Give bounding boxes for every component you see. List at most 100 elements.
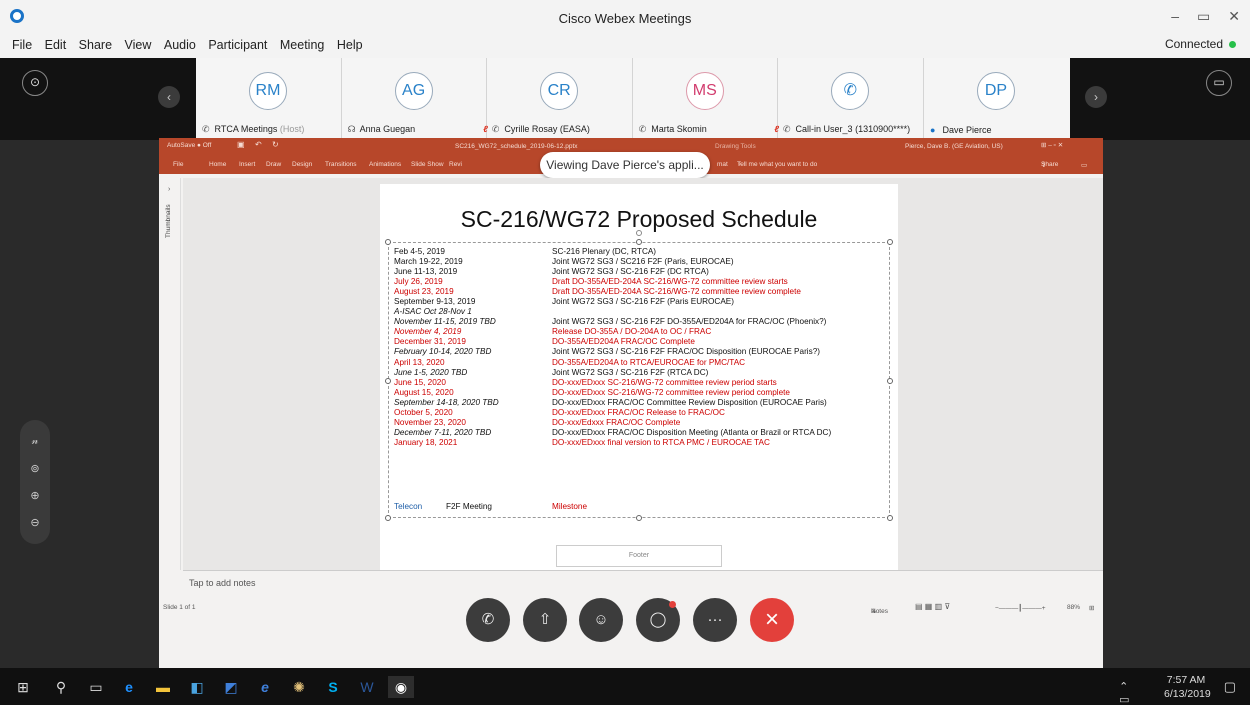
participant-tile[interactable]: ✆ ℓ ✆ Call-in User_3 (1310900****) bbox=[774, 58, 924, 140]
schedule-event: DO-xxx/EDxxx FRAC/OC Disposition Meeting… bbox=[552, 427, 832, 437]
windows-start-icon[interactable]: ⊞ bbox=[12, 676, 34, 698]
outlook-icon[interactable]: ◩ bbox=[220, 676, 242, 698]
app-icon[interactable]: ◧ bbox=[186, 676, 208, 698]
resize-handle[interactable] bbox=[887, 239, 893, 245]
schedule-date: June 15, 2020 bbox=[394, 377, 446, 387]
participant-strip: ⊙ ‹ RM ✆ RTCA Meetings (Host) AG ☊ Anna … bbox=[0, 58, 1250, 140]
windows-taskbar: ⊞ ⚲ ▭ e ▬ ◧ ◩ e ✺ S W ◉ ⌃ ▭ ◁× 7:57 AM 6… bbox=[0, 668, 1250, 705]
menu-help[interactable]: Help bbox=[337, 36, 363, 54]
schedule-event: Joint WG72 SG3 / SC-216 F2F (Paris EUROC… bbox=[552, 297, 734, 307]
annotation-toolbar: 𝓃 ⊚ ⊕ ⊖ bbox=[20, 420, 50, 544]
ppt-tab-slide-show[interactable]: Slide Show bbox=[411, 161, 444, 168]
ppt-tab-design[interactable]: Design bbox=[292, 161, 312, 168]
menu-bar: File Edit Share View Audio Participant M… bbox=[0, 36, 1250, 58]
action-center-icon[interactable]: ▢ bbox=[1224, 679, 1236, 695]
menu-file[interactable]: File bbox=[12, 36, 32, 54]
clock-date: 6/13/2019 bbox=[1164, 688, 1211, 700]
menu-share[interactable]: Share bbox=[79, 36, 112, 54]
rotate-handle[interactable] bbox=[636, 230, 642, 236]
resize-handle[interactable] bbox=[385, 515, 391, 521]
file-explorer-icon[interactable]: ▬ bbox=[152, 676, 174, 698]
share-button[interactable]: ⇧ bbox=[523, 598, 567, 642]
search-icon[interactable]: ⚲ bbox=[50, 676, 72, 698]
schedule-event: Draft DO-355A/ED-204A SC-216/WG-72 commi… bbox=[552, 277, 788, 287]
menu-view[interactable]: View bbox=[125, 36, 152, 54]
ppt-window-controls[interactable]: ⊞ – ▫ ✕ bbox=[1041, 141, 1063, 149]
legend-milestone: Milestone bbox=[552, 502, 588, 511]
edge-icon[interactable]: e bbox=[118, 676, 140, 698]
resize-handle[interactable] bbox=[887, 378, 893, 384]
zoom-out-icon[interactable]: ⊖ bbox=[30, 516, 39, 529]
schedule-date: December 31, 2019 bbox=[394, 337, 466, 347]
thumbnail-pane[interactable]: › Thumbnails bbox=[163, 178, 181, 570]
participant-name-row: ✆ Marta Skomin bbox=[639, 124, 707, 135]
headset-icon: ☊ bbox=[347, 124, 356, 134]
ppt-tab-animations[interactable]: Animations bbox=[369, 161, 401, 168]
ppt-titlebar: AutoSave ● Off ▣ ↶ ↻ SC216_WG72_schedule… bbox=[159, 140, 1103, 152]
menu-participant[interactable]: Participant bbox=[208, 36, 267, 54]
prev-participants-icon[interactable]: ‹ bbox=[158, 86, 180, 108]
ppt-tab-transitions[interactable]: Transitions bbox=[325, 161, 357, 168]
zoom-in-icon[interactable]: ⊕ bbox=[30, 489, 39, 502]
participants-button[interactable]: ☺ bbox=[579, 598, 623, 642]
minimize-button[interactable]: – bbox=[1171, 8, 1179, 25]
ppt-tab-insert[interactable]: Insert bbox=[239, 161, 255, 168]
menu-audio[interactable]: Audio bbox=[164, 36, 196, 54]
menu-meeting[interactable]: Meeting bbox=[280, 36, 324, 54]
schedule-date: December 7-11, 2020 TBD bbox=[394, 427, 492, 437]
audio-button[interactable]: ✆ bbox=[466, 598, 510, 642]
menu-edit[interactable]: Edit bbox=[45, 36, 67, 54]
schedule-date: October 5, 2020 bbox=[394, 407, 453, 417]
participant-tile[interactable]: RM ✆ RTCA Meetings (Host) bbox=[196, 58, 342, 140]
maximize-button[interactable]: ▭ bbox=[1197, 8, 1210, 25]
ppt-tab-draw[interactable]: Draw bbox=[266, 161, 281, 168]
resize-handle[interactable] bbox=[887, 515, 893, 521]
expand-thumbnails-icon[interactable]: › bbox=[168, 186, 170, 193]
redo-icon[interactable]: ↻ bbox=[272, 140, 279, 149]
task-view-icon[interactable]: ▭ bbox=[85, 676, 107, 698]
resize-handle[interactable] bbox=[636, 515, 642, 521]
save-icon[interactable]: ▣ bbox=[237, 140, 245, 149]
more-button[interactable]: ··· bbox=[693, 598, 737, 642]
comments-icon[interactable]: ▭ bbox=[1081, 161, 1087, 169]
participant-tile[interactable]: MS ✆ Marta Skomin bbox=[632, 58, 779, 140]
ppt-tab-home[interactable]: Home bbox=[209, 161, 226, 168]
word-icon[interactable]: W bbox=[356, 676, 378, 698]
resize-handle[interactable] bbox=[385, 239, 391, 245]
annotate-icon[interactable]: 𝓃 bbox=[32, 435, 39, 448]
layout-icon[interactable]: ▭ bbox=[1206, 70, 1232, 96]
schedule-date: August 23, 2019 bbox=[394, 287, 454, 297]
participant-name-row: ℓ ✆ Cyrille Rosay (EASA) bbox=[483, 124, 590, 135]
resize-handle[interactable] bbox=[636, 239, 642, 245]
participant-tile[interactable]: AG ☊ Anna Guegan bbox=[341, 58, 488, 140]
close-window-button[interactable]: ✕ bbox=[1228, 8, 1240, 25]
notes-pane[interactable]: Tap to add notes bbox=[183, 570, 1103, 592]
chat-button[interactable]: ◯ bbox=[636, 598, 680, 642]
ppt-tab-review[interactable]: Revi bbox=[449, 161, 462, 168]
participant-tile[interactable]: CR ℓ ✆ Cyrille Rosay (EASA) bbox=[483, 58, 633, 140]
ppt-tab-format[interactable]: mat bbox=[717, 161, 728, 168]
schedule-event: Release DO-355A / DO-204A to OC / FRAC bbox=[552, 327, 712, 337]
clock-time: 7:57 AM bbox=[1166, 674, 1206, 686]
slide-footer[interactable]: Footer bbox=[556, 545, 722, 567]
ppt-tab-file[interactable]: File bbox=[173, 161, 183, 168]
schedule-date: November 4, 2019 bbox=[394, 327, 462, 337]
next-participants-icon[interactable]: › bbox=[1085, 86, 1107, 108]
participant-tile[interactable]: DP ● Dave Pierce bbox=[923, 58, 1070, 140]
taskbar-clock[interactable]: 7:57 AM 6/13/2019 bbox=[1164, 673, 1211, 701]
participant-name-row: ☊ Anna Guegan bbox=[348, 124, 416, 135]
undo-icon[interactable]: ↶ bbox=[255, 140, 262, 149]
meeting-info-icon[interactable]: ⊙ bbox=[22, 70, 48, 96]
autosave-toggle[interactable]: AutoSave ● Off bbox=[167, 142, 211, 149]
end-meeting-button[interactable]: × bbox=[750, 598, 794, 642]
tray-icons[interactable]: ⌃ ▭ ◁× bbox=[1119, 680, 1134, 705]
schedule-date: A-ISAC Oct 28-Nov 1 bbox=[394, 307, 472, 317]
slide[interactable]: SC-216/WG72 Proposed Schedule Feb 4-5, 2… bbox=[380, 184, 898, 570]
webex-taskbar-icon[interactable]: ◉ bbox=[388, 676, 414, 698]
resize-handle[interactable] bbox=[385, 378, 391, 384]
remote-control-icon[interactable]: ⊚ bbox=[30, 462, 39, 475]
slide-title[interactable]: SC-216/WG72 Proposed Schedule bbox=[380, 206, 898, 233]
app-icon[interactable]: ✺ bbox=[288, 676, 310, 698]
internet-explorer-icon[interactable]: e bbox=[254, 676, 276, 698]
skype-icon[interactable]: S bbox=[322, 676, 344, 698]
